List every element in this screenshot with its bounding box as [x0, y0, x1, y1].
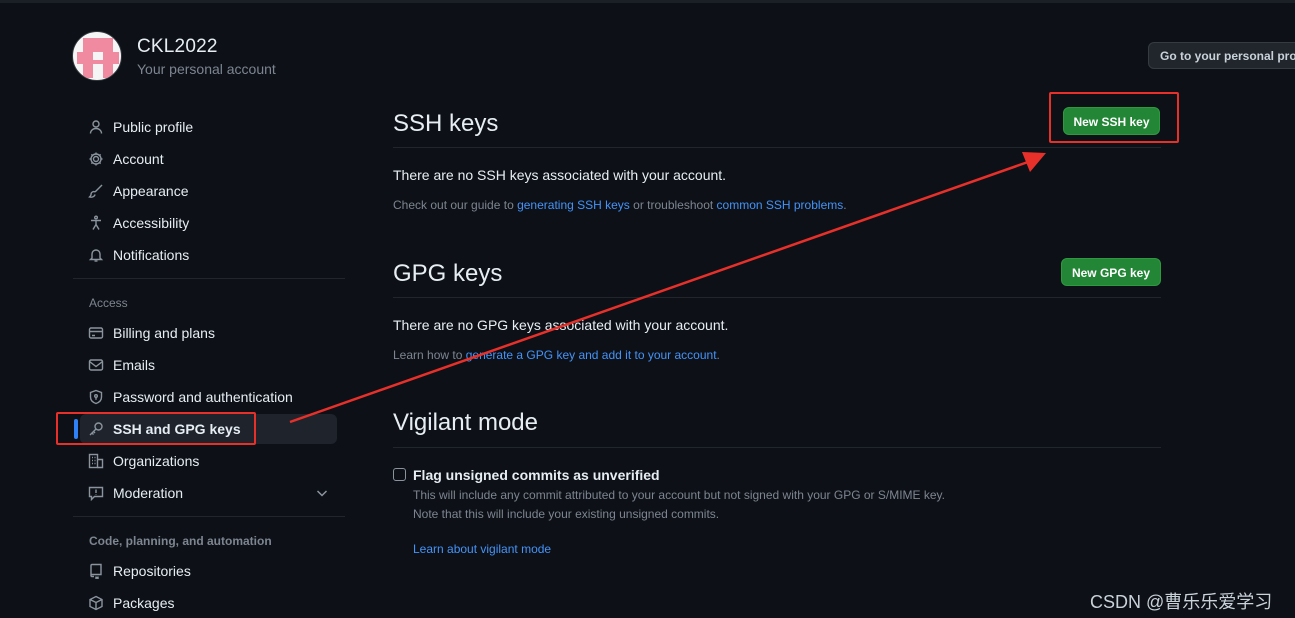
account-subtitle: Your personal account	[137, 61, 276, 77]
credit-card-icon	[88, 325, 104, 341]
vigilant-checkbox-label[interactable]: Flag unsigned commits as unverified	[413, 467, 660, 483]
gpg-keys-title: GPG keys	[393, 260, 503, 287]
sidebar-item-appearance[interactable]: Appearance	[80, 176, 337, 206]
generating-ssh-keys-link[interactable]: generating SSH keys	[517, 198, 630, 212]
sidebar-item-notifications[interactable]: Notifications	[80, 240, 337, 270]
gpg-hint-text: Learn how to	[393, 348, 466, 362]
sidebar-item-moderation[interactable]: Moderation	[80, 478, 337, 508]
chevron-down-icon[interactable]	[315, 486, 329, 500]
sidebar-item-label: Emails	[113, 357, 156, 373]
gear-icon	[88, 151, 104, 167]
sidebar-item-password[interactable]: Password and authentication	[80, 382, 337, 412]
vigilant-mode-title: Vigilant mode	[393, 409, 538, 436]
sidebar-item-label: Repositories	[113, 563, 191, 579]
sidebar-item-accessibility[interactable]: Accessibility	[80, 208, 337, 238]
report-icon	[88, 485, 104, 501]
sidebar-item-billing[interactable]: Billing and plans	[80, 318, 337, 348]
generate-gpg-key-link[interactable]: generate a GPG key and add it to your ac…	[466, 348, 717, 362]
sidebar-divider	[73, 516, 345, 517]
gpg-hint: Learn how to generate a GPG key and add …	[393, 348, 720, 362]
username[interactable]: CKL2022	[137, 36, 218, 58]
ssh-hint-text: or troubleshoot	[629, 198, 717, 212]
avatar[interactable]	[72, 31, 122, 81]
sidebar-item-label: Appearance	[113, 183, 189, 199]
annotation-box-sidebar	[56, 412, 256, 445]
ssh-empty-message: There are no SSH keys associated with yo…	[393, 167, 727, 183]
sidebar-item-label: Billing and plans	[113, 325, 215, 341]
sidebar-item-label: Password and authentication	[113, 389, 293, 405]
sidebar-item-label: Public profile	[113, 119, 194, 135]
package-icon	[88, 595, 104, 611]
sidebar-item-public-profile[interactable]: Public profile	[80, 112, 337, 142]
sidebar-item-repositories[interactable]: Repositories	[80, 556, 337, 586]
sidebar-item-label: Account	[113, 151, 164, 167]
vigilant-mode-checkbox[interactable]	[393, 468, 406, 481]
sidebar-item-label: Notifications	[113, 247, 190, 263]
ssh-hint: Check out our guide to generating SSH ke…	[393, 198, 847, 212]
sidebar-divider	[73, 278, 345, 279]
sidebar-item-label: Accessibility	[113, 215, 190, 231]
section-divider	[393, 447, 1161, 448]
ssh-keys-title: SSH keys	[393, 110, 499, 137]
person-icon	[88, 119, 104, 135]
sidebar-item-emails[interactable]: Emails	[80, 350, 337, 380]
sidebar-item-label: Packages	[113, 595, 175, 611]
sidebar-item-label: Moderation	[113, 485, 184, 501]
vigilant-mode-link[interactable]: Learn about vigilant mode	[413, 542, 551, 556]
ssh-hint-text: Check out our guide to	[393, 198, 518, 212]
section-divider	[393, 147, 1161, 148]
section-divider	[393, 297, 1161, 298]
gpg-hint-text: .	[716, 348, 720, 362]
sidebar-item-packages[interactable]: Packages	[80, 588, 337, 618]
go-to-profile-button[interactable]: Go to your personal profile	[1148, 42, 1295, 69]
sidebar-heading-access: Access	[89, 296, 128, 310]
bell-icon	[88, 247, 104, 263]
accessibility-icon	[88, 215, 104, 231]
watermark: CSDN @曹乐乐爱学习	[1090, 592, 1273, 612]
annotation-box-new-ssh-key	[1049, 92, 1179, 143]
new-gpg-key-button[interactable]: New GPG key	[1061, 258, 1161, 286]
vigilant-note: Note that this will include your existin…	[413, 507, 720, 521]
sidebar-item-label: Organizations	[113, 453, 200, 469]
shield-lock-icon	[88, 389, 104, 405]
vigilant-description: This will include any commit attributed …	[413, 488, 946, 502]
paintbrush-icon	[88, 183, 104, 199]
mail-icon	[88, 357, 104, 373]
sidebar-heading-code: Code, planning, and automation	[89, 534, 272, 548]
gpg-empty-message: There are no GPG keys associated with yo…	[393, 317, 729, 333]
top-border	[0, 0, 1295, 3]
repo-icon	[88, 563, 104, 579]
sidebar-item-organizations[interactable]: Organizations	[80, 446, 337, 476]
organization-icon	[88, 453, 104, 469]
ssh-hint-text: .	[843, 198, 847, 212]
sidebar-item-account[interactable]: Account	[80, 144, 337, 174]
common-ssh-problems-link[interactable]: common SSH problems	[717, 198, 844, 212]
